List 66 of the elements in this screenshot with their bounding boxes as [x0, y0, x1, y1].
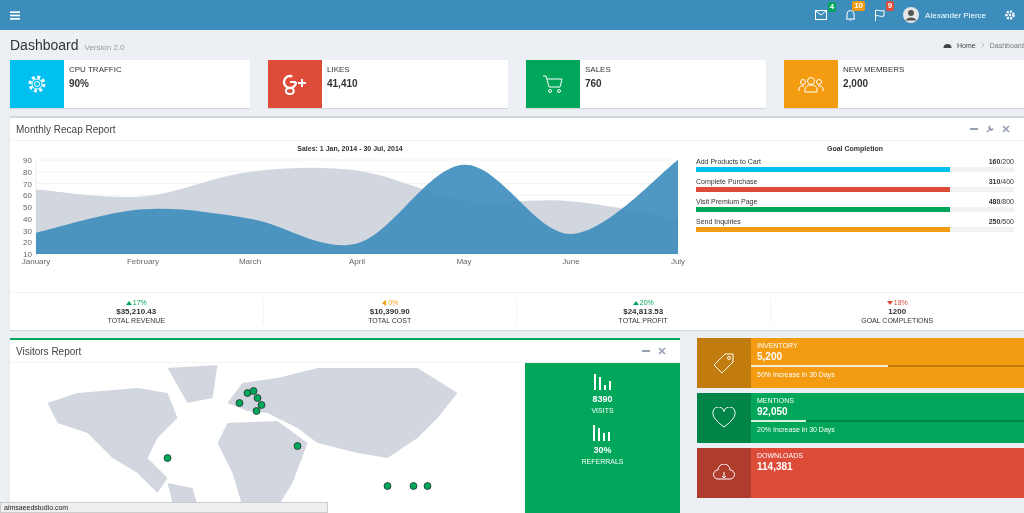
tag-icon: [712, 351, 736, 375]
breadcrumb-separator: [980, 42, 985, 48]
stat-amount: $35,210.43: [116, 307, 157, 316]
bar-sparkline-icon: [592, 424, 613, 442]
y-axis-label: 20: [23, 238, 32, 248]
trend-icon: [381, 299, 388, 306]
heart-icon: [712, 407, 736, 429]
info-box-value: 90%: [69, 78, 90, 89]
google-plus-icon: [282, 73, 308, 95]
page-title: Dashboard: [10, 37, 79, 53]
user-name[interactable]: Alexander Pierce: [925, 10, 986, 20]
flag-icon[interactable]: [874, 9, 886, 21]
wrench-icon[interactable]: [986, 125, 994, 133]
trend-icon: [125, 299, 132, 306]
info-box-value: 2,000: [843, 78, 870, 89]
stat-amount: $24,813.53: [623, 307, 664, 316]
notification-badge: 9: [885, 1, 895, 11]
info-box-value: 92,050: [756, 406, 789, 417]
x-axis-label: April: [349, 257, 365, 266]
info-box-label: SALES: [585, 65, 611, 74]
y-axis-label: 90: [23, 156, 32, 165]
info-box-value: 114,381: [756, 461, 794, 472]
x-axis-label: May: [456, 257, 472, 266]
y-axis-label: 60: [23, 191, 32, 201]
shopping-cart-icon: [542, 74, 564, 94]
x-axis-label: June: [562, 257, 580, 266]
info-box-label: NEW MEMBERS: [843, 65, 905, 74]
notification-badge: 4: [827, 2, 837, 12]
settings-icon[interactable]: [1004, 9, 1016, 21]
notification-badge: 10: [852, 1, 866, 11]
bell-icon[interactable]: [845, 9, 857, 21]
panel-title: Visitors Report: [16, 345, 82, 357]
cloud-download-icon: [712, 464, 736, 482]
visitor-stat-value: 8390: [592, 394, 613, 404]
info-box-value: 760: [585, 78, 603, 89]
stat-amount: $10,390.90: [369, 307, 410, 316]
bar-sparkline-icon: [592, 373, 613, 391]
info-box-value: 5,200: [756, 351, 784, 362]
x-axis-label: January: [21, 257, 51, 266]
minimize-icon[interactable]: [642, 347, 650, 355]
y-axis-label: 30: [23, 226, 32, 236]
x-axis-label: July: [670, 257, 686, 266]
stat-amount: 1200: [888, 307, 907, 316]
visitor-stat-value: 30%: [593, 445, 612, 455]
gear-icon: [26, 73, 48, 95]
people-icon: [798, 75, 824, 93]
y-axis-label: 10: [23, 250, 32, 259]
avatar-icon[interactable]: [903, 7, 920, 23]
page-subtitle: Version 2.0: [84, 43, 125, 52]
minimize-icon[interactable]: [970, 125, 978, 133]
y-axis-label: 50: [23, 203, 32, 212]
y-axis-label: 80: [23, 167, 32, 177]
close-icon[interactable]: [1002, 125, 1010, 133]
info-box-label: LIKES: [327, 65, 351, 74]
y-axis-label: 40: [23, 214, 32, 224]
info-box-label: CPU TRAFFIC: [69, 65, 122, 74]
x-axis-label: February: [127, 257, 159, 266]
trend-icon: [632, 299, 639, 306]
close-icon[interactable]: [658, 347, 666, 355]
x-axis-label: March: [238, 257, 262, 266]
y-axis-label: 70: [23, 179, 32, 189]
info-box-value: 41,410: [327, 78, 358, 89]
panel-title: Monthly Recap Report: [16, 123, 116, 135]
trend-icon: [886, 299, 893, 306]
envelope-icon[interactable]: [815, 10, 828, 20]
menu-icon[interactable]: [10, 10, 20, 20]
